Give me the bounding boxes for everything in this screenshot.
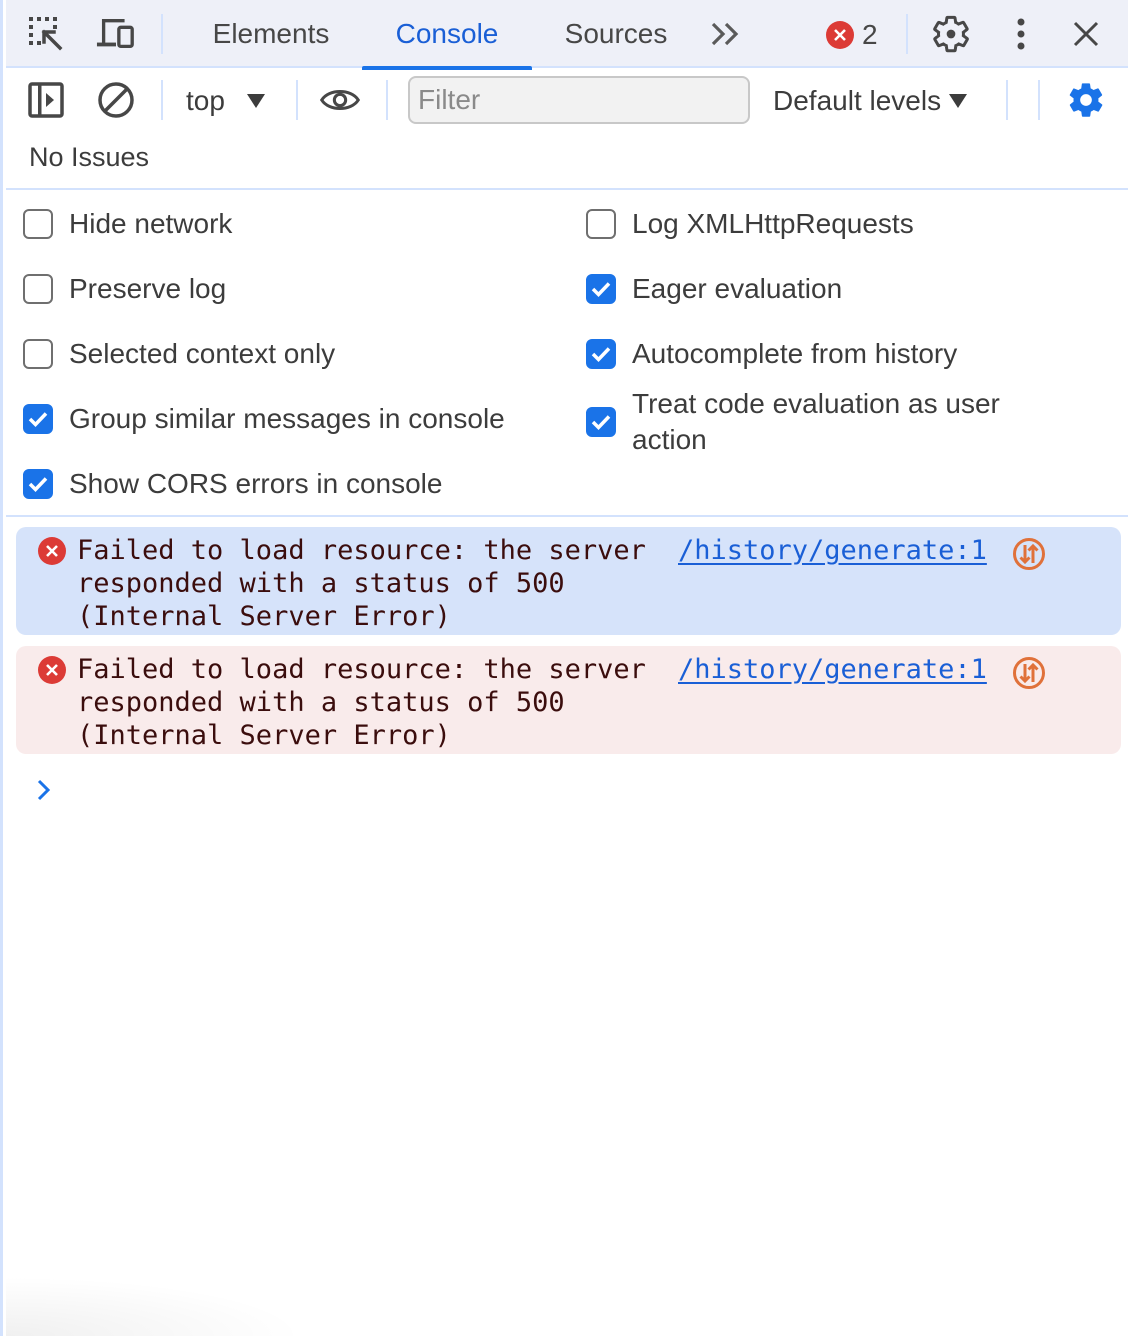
- message-text: Failed to load resource: the server respo…: [77, 654, 646, 751]
- error-icon: [38, 537, 66, 565]
- decorative-shadow: [6, 1276, 306, 1336]
- toolbar-divider: [296, 80, 298, 120]
- checkbox[interactable]: [23, 209, 53, 239]
- show-sidebar-icon[interactable]: [26, 80, 66, 120]
- error-count-badge[interactable]: 2: [826, 19, 878, 51]
- toolbar-divider: [161, 14, 163, 54]
- setting-hide-network[interactable]: Hide network: [23, 206, 232, 242]
- toolbar-divider: [1006, 80, 1008, 120]
- checkbox[interactable]: [23, 339, 53, 369]
- filter-input[interactable]: [408, 76, 750, 124]
- network-request-icon[interactable]: [1012, 656, 1046, 690]
- clear-console-icon[interactable]: [96, 80, 136, 120]
- console-prompt-chevron-icon[interactable]: [33, 776, 57, 804]
- setting-show-cors-errors[interactable]: Show CORS errors in console: [23, 466, 442, 502]
- setting-log-xmlhttprequests[interactable]: Log XMLHttpRequests: [586, 206, 914, 242]
- console-message-error[interactable]: Failed to load resource: the server respo…: [16, 646, 1121, 754]
- network-request-icon[interactable]: [1012, 537, 1046, 571]
- devtools-tabbar: Elements Console Sources 2: [6, 0, 1128, 70]
- checkbox-checked[interactable]: [586, 274, 616, 304]
- live-expression-eye-icon[interactable]: [320, 80, 360, 120]
- section-divider: [6, 515, 1128, 517]
- console-message-error[interactable]: Failed to load resource: the server respo…: [16, 527, 1121, 635]
- device-toolbar-icon[interactable]: [96, 14, 136, 54]
- more-tabs-icon[interactable]: [706, 14, 746, 54]
- devtools-panel: Elements Console Sources 2 top Filter De…: [0, 0, 1128, 1336]
- setting-treat-code-evaluation[interactable]: Treat code evaluation as user action: [586, 386, 1006, 458]
- dropdown-caret-icon: [246, 94, 265, 108]
- dropdown-caret-icon: [949, 94, 968, 108]
- setting-selected-context-only[interactable]: Selected context only: [23, 336, 335, 372]
- console-toolbar: top Default levels: [6, 70, 1128, 132]
- close-icon[interactable]: [1066, 14, 1106, 54]
- toolbar-divider: [1038, 80, 1040, 120]
- checkbox-checked[interactable]: [586, 339, 616, 369]
- error-icon: [38, 656, 66, 684]
- tab-elements[interactable]: Elements: [196, 0, 346, 68]
- section-divider: [6, 188, 1128, 190]
- toolbar-divider: [386, 80, 388, 120]
- tab-sources[interactable]: Sources: [551, 0, 681, 68]
- checkbox-checked[interactable]: [23, 404, 53, 434]
- toolbar-divider: [906, 14, 908, 54]
- source-link[interactable]: /history/generate:1: [678, 653, 987, 686]
- checkbox-checked[interactable]: [586, 407, 616, 437]
- more-vertical-icon[interactable]: [1001, 14, 1041, 54]
- tab-console[interactable]: Console: [362, 0, 532, 70]
- checkbox[interactable]: [586, 209, 616, 239]
- settings-gear-icon[interactable]: [931, 14, 971, 54]
- checkbox-checked[interactable]: [23, 469, 53, 499]
- log-levels-dropdown[interactable]: Default levels: [773, 82, 968, 120]
- source-link[interactable]: /history/generate:1: [678, 534, 987, 567]
- inspect-element-icon[interactable]: [26, 14, 66, 54]
- setting-autocomplete-history[interactable]: Autocomplete from history: [586, 336, 957, 372]
- setting-eager-evaluation[interactable]: Eager evaluation: [586, 271, 842, 307]
- toolbar-divider: [161, 80, 163, 120]
- setting-preserve-log[interactable]: Preserve log: [23, 271, 226, 307]
- checkbox[interactable]: [23, 274, 53, 304]
- setting-group-similar[interactable]: Group similar messages in console: [23, 401, 505, 437]
- console-settings-gear-icon[interactable]: [1066, 80, 1106, 120]
- error-icon: [826, 21, 854, 49]
- error-count: 2: [862, 19, 878, 50]
- context-selector[interactable]: top: [186, 82, 265, 120]
- issues-status[interactable]: No Issues: [29, 142, 149, 173]
- message-text: Failed to load resource: the server respo…: [77, 535, 646, 632]
